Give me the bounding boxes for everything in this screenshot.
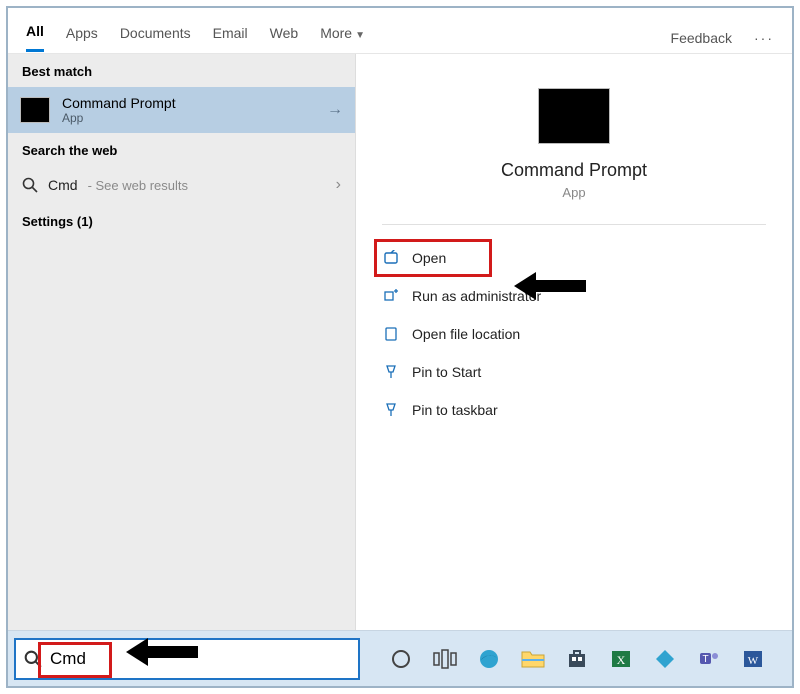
excel-icon[interactable]: X (608, 646, 634, 672)
store-icon[interactable] (564, 646, 590, 672)
chevron-right-icon: › (336, 176, 341, 194)
edge-icon[interactable] (476, 646, 502, 672)
taskview-icon[interactable] (432, 646, 458, 672)
tab-email[interactable]: Email (213, 25, 248, 51)
cmd-large-thumb-icon (538, 88, 610, 144)
feedback-link[interactable]: Feedback (671, 30, 732, 46)
svg-text:W: W (748, 655, 759, 667)
taskbar-pinned-apps: X T W (388, 646, 766, 672)
tab-more-label: More (320, 25, 352, 41)
best-match-title: Command Prompt (62, 95, 176, 111)
pin-taskbar-icon (382, 401, 400, 419)
kodi-icon[interactable] (652, 646, 678, 672)
tab-all[interactable]: All (26, 23, 44, 52)
best-match-subtitle: App (62, 111, 176, 125)
svg-text:X: X (617, 653, 626, 667)
preview-right-pane: Command Prompt App Open Run as administr… (356, 54, 792, 630)
arrow-right-icon: → (327, 101, 343, 119)
tab-web[interactable]: Web (270, 25, 299, 51)
settings-header: Settings (1) (8, 204, 355, 237)
action-run-admin[interactable]: Run as administrator (376, 279, 772, 313)
action-run-admin-label: Run as administrator (412, 288, 541, 304)
action-pin-start-label: Pin to Start (412, 364, 481, 380)
search-tabs: All Apps Documents Email Web More▼ Feedb… (8, 8, 792, 54)
teams-icon[interactable]: T (696, 646, 722, 672)
taskbar-search[interactable] (14, 638, 360, 680)
search-icon (22, 177, 38, 193)
svg-text:T: T (702, 654, 708, 665)
windows-taskbar: X T W (8, 630, 792, 686)
web-query-text: Cmd (48, 177, 78, 193)
action-pin-start[interactable]: Pin to Start (376, 355, 772, 389)
action-open[interactable]: Open (376, 241, 490, 275)
preview-actions: Open Run as administrator Open file loca… (356, 241, 792, 427)
pin-start-icon (382, 363, 400, 381)
preview-title: Command Prompt (501, 160, 647, 181)
cmd-thumb-icon (20, 97, 50, 123)
divider (382, 224, 766, 225)
folder-icon (382, 325, 400, 343)
options-dots-icon[interactable]: ··· (754, 30, 774, 46)
web-result-row[interactable]: Cmd - See web results › (8, 166, 355, 204)
tab-more[interactable]: More▼ (320, 25, 365, 51)
action-pin-taskbar-label: Pin to taskbar (412, 402, 498, 418)
action-pin-taskbar[interactable]: Pin to taskbar (376, 393, 772, 427)
search-icon (24, 650, 42, 668)
cortana-icon[interactable] (388, 646, 414, 672)
tab-apps[interactable]: Apps (66, 25, 98, 51)
chevron-down-icon: ▼ (355, 30, 365, 41)
best-match-result[interactable]: Command Prompt App → (8, 87, 355, 133)
open-icon (382, 249, 400, 267)
best-match-header: Best match (8, 54, 355, 87)
action-open-location[interactable]: Open file location (376, 317, 772, 351)
results-left-pane: Best match Command Prompt App → Search t… (8, 54, 356, 630)
web-hint-text: - See web results (88, 178, 188, 193)
action-open-location-label: Open file location (412, 326, 520, 342)
action-open-label: Open (412, 250, 446, 266)
admin-icon (382, 287, 400, 305)
preview-subtitle: App (562, 185, 585, 200)
taskbar-search-input[interactable] (50, 649, 350, 669)
tab-documents[interactable]: Documents (120, 25, 191, 51)
file-explorer-icon[interactable] (520, 646, 546, 672)
word-icon[interactable]: W (740, 646, 766, 672)
search-web-header: Search the web (8, 133, 355, 166)
